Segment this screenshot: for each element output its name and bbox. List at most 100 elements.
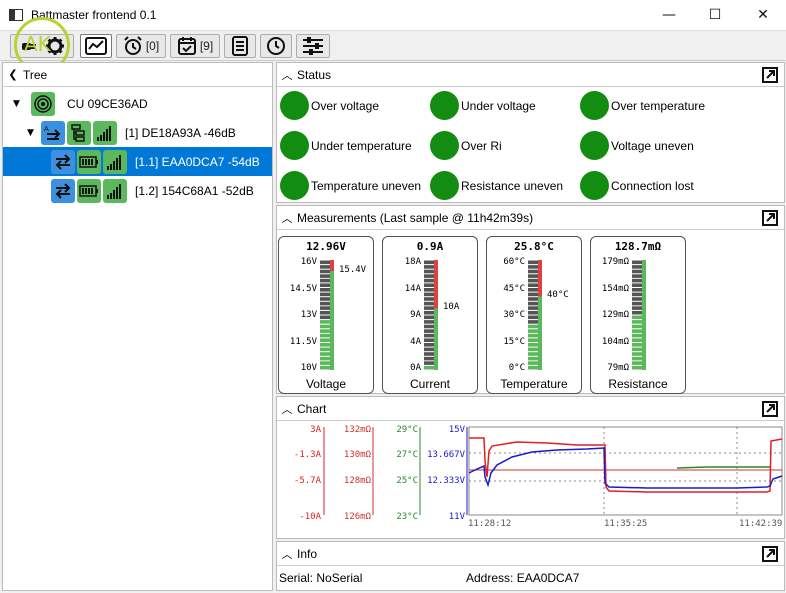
gauge-tick-label: 154mΩ [601,283,629,294]
alarm-clock-icon [124,36,142,55]
status-indicator: Under voltage [430,91,536,120]
gauge-bar [528,260,542,370]
measurements-header[interactable]: ︿ Measurements (Last sample @ 11h42m39s) [277,206,784,230]
swap-arrows-icon [51,149,75,174]
gauge-tick-label: 129mΩ [601,310,629,320]
gauge-limit-label: 10A [443,302,460,313]
gauge-tick-label: 14.5V [289,283,317,294]
signal-strength-icon [103,178,127,203]
status-led-icon [580,171,609,200]
signal-strength-icon [103,149,127,174]
maximize-button[interactable]: ☐ [692,0,738,31]
gauge-value: 128.7mΩ [614,240,662,253]
status-led-icon [580,131,609,160]
control-unit-icon [31,91,55,116]
chevron-left-icon[interactable]: ❮ [3,68,23,81]
status-indicator: Temperature uneven [280,171,421,200]
calendar-check-icon [177,37,196,55]
gauge-tick-label: 10V [300,363,317,373]
gauge-tick-label: 15°C [503,336,525,347]
chevron-up-icon[interactable]: ︿ [277,546,297,562]
gauge-tick-label: 45°C [503,283,525,294]
tree-node-group[interactable]: ▼ A [1] DE18A93A -46dB [3,118,272,147]
connect-settings-button[interactable] [10,34,74,58]
gauge-temperature: 25.8°C 60°C 45°C 30°C 15°C 0°C 40°C Temperature [486,236,582,394]
tree-group-label: [1] DE18A93A -46dB [125,125,236,140]
chart-plot [323,426,783,516]
monitor-tab-button[interactable] [80,34,112,58]
title-bar: Battmaster frontend 0.1 — ☐ ✕ [0,0,786,31]
expand-icon[interactable] [762,67,778,83]
chevron-up-icon[interactable]: ︿ [277,210,297,226]
gauge-value: 12.96V [306,240,346,253]
status-led-icon [280,91,309,120]
expand-icon[interactable] [762,401,778,417]
sort-arrows-icon: A [41,120,65,145]
status-indicator: Under temperature [280,131,412,160]
gauge-tick-label: 0°C [508,363,525,373]
app-icon [9,9,23,21]
gauge-tick-label: 60°C [503,257,525,267]
events-button[interactable]: [9] [170,34,220,58]
chart-area: 3A -1.3A -5.7A -10A 132mΩ 130mΩ 128mΩ 126mΩ 29°C… [277,421,784,541]
gauge-bar [424,260,438,370]
status-header[interactable]: ︿ Status [277,63,784,87]
tree-item-label: [1.2] 154C68A1 -52dB [135,183,254,198]
address-label: Address: EAA0DCA7 [466,571,580,585]
minimize-button[interactable]: — [646,0,692,31]
alarms-button[interactable]: [0] [116,34,166,58]
tree-item-label: [1.1] EAA0DCA7 -54dB [135,154,260,169]
settings-sliders-button[interactable] [296,34,330,58]
status-led-icon [430,91,459,120]
tree-node-item[interactable]: [1.2] 154C68A1 -52dB [3,176,272,205]
status-section: ︿ Status Over voltage Under voltage Over t… [276,62,785,203]
gauge-name: Temperature [500,377,568,391]
history-button[interactable] [260,34,292,58]
info-title: Info [297,546,318,561]
gauge-value: 0.9A [416,240,444,253]
gauge-tick-label: 11.5V [289,336,317,347]
expand-icon[interactable] [762,546,778,562]
status-indicator: Over temperature [580,91,705,120]
tree-panel: ❮ Tree ▼ CU 09CE36AD ▼ A [1] DE18A93A -4… [2,62,273,591]
gauge-tick-label: 18A [404,257,421,267]
info-header[interactable]: ︿ Info [277,542,784,566]
alarms-count: [0] [145,39,160,53]
status-label: Over voltage [311,98,380,113]
gauge-name: Voltage [305,377,347,391]
serial-label: Serial: NoSerial [279,571,363,585]
tree-root-label: CU 09CE36AD [67,96,148,111]
toolbar: [0] [9] [0,31,786,61]
tree-header[interactable]: ❮ Tree [3,63,272,87]
plug-icon [21,43,36,50]
status-indicator: Connection lost [580,171,694,200]
chevron-up-icon[interactable]: ︿ [277,401,297,417]
gauge-tick-label: 0A [410,363,421,373]
tree-title: Tree [23,67,48,82]
status-label: Under voltage [461,98,536,113]
expand-triangle-icon[interactable]: ▼ [13,99,20,109]
battery-icon [77,149,101,174]
status-label: Connection lost [611,178,694,193]
close-button[interactable]: ✕ [740,0,786,31]
gauge-tick-label: 9A [410,310,421,320]
chevron-up-icon[interactable]: ︿ [277,67,297,83]
log-button[interactable] [224,34,256,58]
status-label: Under temperature [311,138,412,153]
gauge-tick-label: 30°C [503,310,525,320]
chart-plot-frame [468,426,783,516]
expand-triangle-icon[interactable]: ▼ [27,128,34,138]
window-title: Battmaster frontend 0.1 [31,8,157,22]
gauge-tick-label: 79mΩ [607,363,629,373]
clock-icon [267,37,285,55]
tree-node-item[interactable]: [1.1] EAA0DCA7 -54dB [3,147,272,176]
tree-node-root[interactable]: ▼ CU 09CE36AD [3,89,272,118]
swap-arrows-icon [51,178,75,203]
gauge-voltage: 12.96V 16V 14.5V 13V 11.5V 10V 15.4V Voltage [278,236,374,394]
status-indicator: Over voltage [280,91,379,120]
status-label: Over Ri [461,138,502,153]
expand-icon[interactable] [762,210,778,226]
gauge-tick-label: 4A [410,336,421,347]
gauge-tick-label: 104mΩ [601,336,629,347]
chart-header[interactable]: ︿ Chart [277,397,784,421]
